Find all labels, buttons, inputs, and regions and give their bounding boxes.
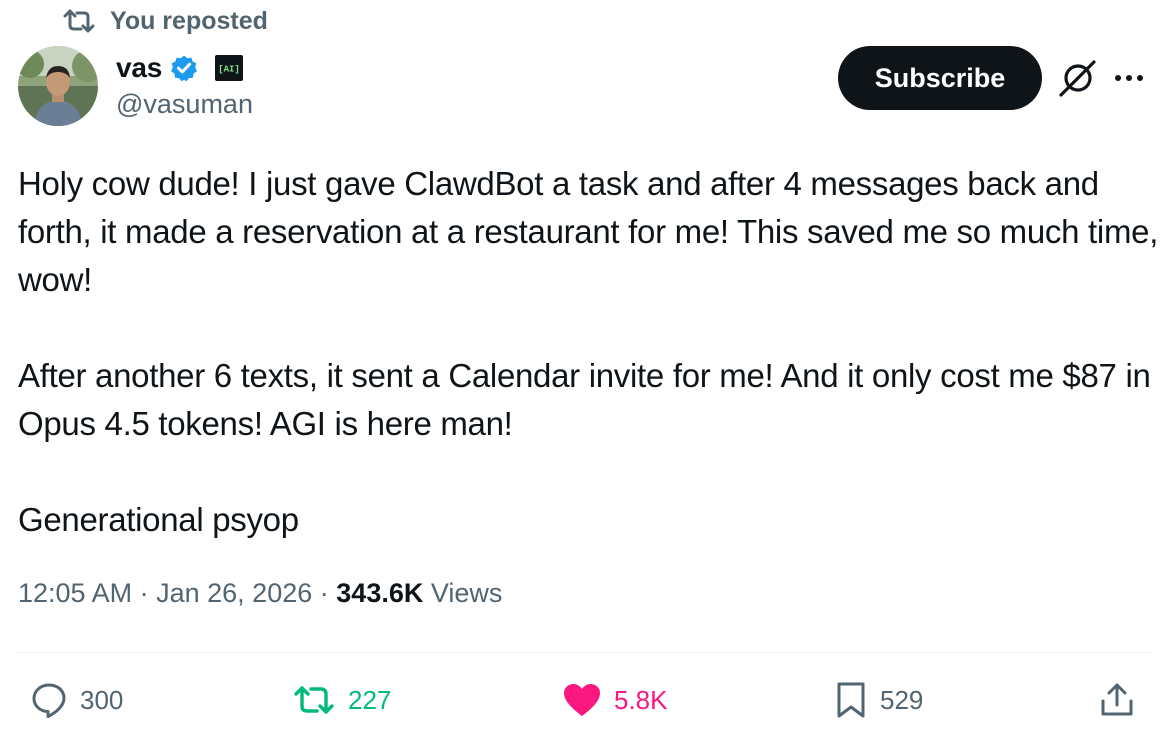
repost-count: 227 <box>348 684 392 715</box>
tweet-paragraph: Generational psyop <box>18 501 299 538</box>
like-count: 5.8K <box>614 684 668 715</box>
repost-banner-text: You reposted <box>110 6 268 35</box>
repost-button[interactable]: 227 <box>292 678 391 722</box>
tweet-meta: 12:05 AM · Jan 26, 2026 · 343.6K Views <box>18 578 502 609</box>
divider <box>18 652 1150 653</box>
share-icon <box>1098 681 1136 719</box>
author-name-row: vas [AI] <box>116 48 244 88</box>
bookmark-button[interactable]: 529 <box>834 678 923 722</box>
verified-badge-icon[interactable] <box>170 54 198 82</box>
repost-banner[interactable]: You reposted <box>62 4 268 38</box>
heart-icon <box>562 682 602 718</box>
affiliate-badge-text: [AI] <box>218 65 240 75</box>
more-options-icon[interactable] <box>1114 74 1144 82</box>
tweet-text: Holy cow dude! I just gave ClawdBot a ta… <box>18 160 1163 544</box>
reply-icon <box>30 681 68 719</box>
tweet-paragraph: After another 6 texts, it sent a Calenda… <box>18 357 1160 442</box>
views-label: Views <box>430 578 503 608</box>
tweet-time[interactable]: 12:05 AM <box>18 578 132 609</box>
repost-icon <box>292 683 336 717</box>
meta-separator: · <box>139 578 149 608</box>
subscribe-button[interactable]: Subscribe <box>838 46 1042 110</box>
avatar[interactable] <box>18 46 98 126</box>
tweet-paragraph: Holy cow dude! I just gave ClawdBot a ta… <box>18 165 1167 298</box>
reply-button[interactable]: 300 <box>30 678 123 722</box>
bookmark-count: 529 <box>880 684 924 715</box>
affiliate-badge[interactable]: [AI] <box>214 54 244 82</box>
bookmark-icon <box>834 681 868 719</box>
share-button[interactable] <box>1098 678 1136 722</box>
repost-icon <box>62 7 96 35</box>
reply-count: 300 <box>80 684 124 715</box>
author-handle[interactable]: @vasuman <box>116 89 253 120</box>
like-button[interactable]: 5.8K <box>562 678 668 722</box>
tweet-date[interactable]: Jan 26, 2026 <box>156 578 312 609</box>
meta-separator: · <box>319 578 329 608</box>
views-count: 343.6K <box>336 578 424 608</box>
display-name[interactable]: vas <box>116 52 162 84</box>
grok-icon[interactable] <box>1056 56 1100 100</box>
